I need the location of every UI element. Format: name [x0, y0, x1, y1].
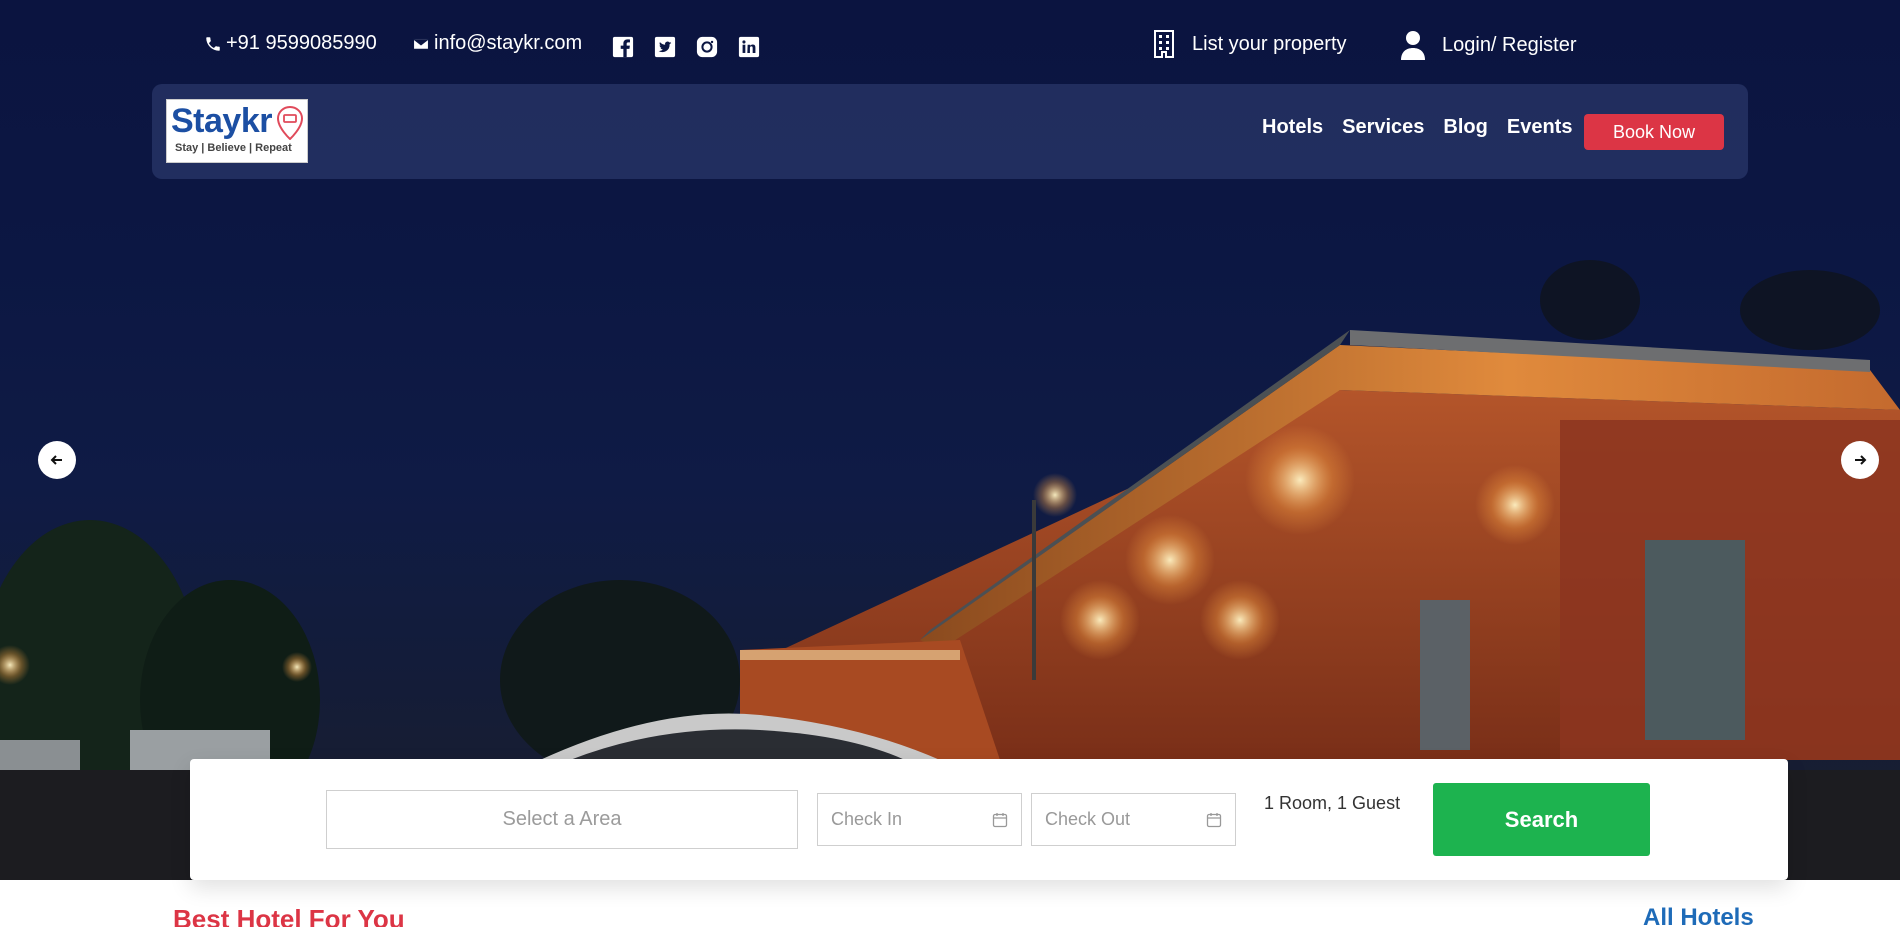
carousel-next-button[interactable] — [1841, 441, 1879, 479]
site-logo[interactable]: Staykr Stay | Believe | Repeat — [166, 99, 308, 163]
logo-tagline: Stay | Believe | Repeat — [175, 142, 292, 154]
search-button[interactable]: Search — [1433, 783, 1650, 856]
nav-links: Hotels Services Blog Events — [1262, 116, 1572, 139]
list-property-label: List your property — [1192, 32, 1347, 55]
user-icon — [1401, 31, 1425, 60]
all-hotels-link[interactable]: All Hotels — [1643, 904, 1754, 927]
twitter-icon[interactable] — [654, 36, 676, 58]
nav-link-events[interactable]: Events — [1507, 116, 1573, 139]
top-bar: +91 9599085990 info@staykr.com List your… — [0, 0, 1900, 90]
section-title: Best Hotel For You — [173, 904, 405, 927]
phone-contact[interactable]: +91 9599085990 — [204, 32, 377, 55]
facebook-icon[interactable] — [612, 36, 634, 58]
area-select-input[interactable] — [326, 790, 798, 849]
email-contact[interactable]: info@staykr.com — [412, 32, 582, 55]
linkedin-icon[interactable] — [738, 36, 760, 58]
login-register-link[interactable]: Login/ Register — [1400, 30, 1577, 60]
check-out-field[interactable]: Check Out — [1031, 793, 1236, 846]
login-register-label: Login/ Register — [1442, 33, 1577, 56]
hero-banner: +91 9599085990 info@staykr.com List your… — [0, 0, 1900, 880]
social-links — [612, 36, 760, 58]
list-property-link[interactable]: List your property — [1152, 30, 1347, 58]
check-in-field[interactable]: Check In — [817, 793, 1022, 846]
arrow-left-icon — [50, 455, 62, 465]
check-out-label: Check Out — [1045, 809, 1131, 829]
nav-link-blog[interactable]: Blog — [1443, 116, 1487, 139]
nav-link-services[interactable]: Services — [1342, 116, 1424, 139]
email-address: info@staykr.com — [434, 32, 583, 54]
booking-search-panel: Check In Check Out 1 Room, 1 Guest Searc… — [190, 759, 1788, 880]
rooms-guests-selector[interactable]: 1 Room, 1 Guest — [1264, 793, 1400, 814]
book-now-button[interactable]: Book Now — [1584, 114, 1724, 150]
carousel-prev-button[interactable] — [38, 441, 76, 479]
phone-icon — [206, 36, 220, 51]
nav-link-hotels[interactable]: Hotels — [1262, 116, 1323, 139]
check-in-label: Check In — [831, 809, 903, 829]
instagram-icon[interactable] — [696, 36, 718, 58]
arrow-right-icon — [1855, 455, 1867, 465]
phone-number: +91 9599085990 — [226, 32, 377, 54]
logo-wordmark: Staykr — [171, 102, 272, 140]
calendar-icon — [992, 812, 1008, 827]
building-icon — [1154, 30, 1174, 58]
map-pin-icon — [277, 106, 303, 140]
calendar-icon — [1206, 812, 1222, 827]
main-navbar: Staykr Stay | Believe | Repeat Hotels Se… — [152, 84, 1748, 179]
envelope-icon — [412, 37, 430, 50]
